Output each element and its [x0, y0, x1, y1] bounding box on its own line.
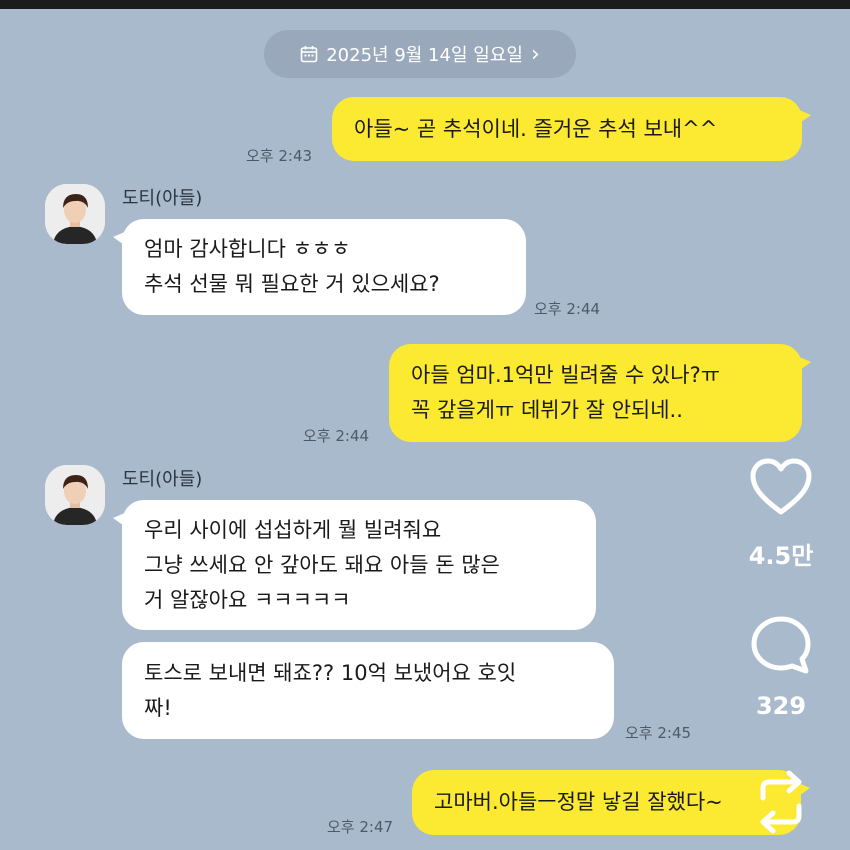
status-bar-strip	[0, 0, 850, 9]
avatar[interactable]	[45, 184, 105, 244]
message-line: 토스로 보내면 돼죠?? 10억 보냈어요 호잇	[144, 660, 517, 685]
message-line: 추석 선물 뭐 필요한 거 있으세요?	[144, 272, 440, 296]
message-time: 오후 2:45	[625, 724, 692, 742]
message-line: 짜!	[144, 695, 172, 720]
message-time: 오후 2:43	[246, 147, 313, 165]
message-line: 꼭 갚을게ㅠ 데뷔가 잘 안되네..	[411, 398, 683, 422]
date-divider[interactable]: 2025년 9월 14일 일요일 ›	[264, 30, 576, 78]
message-text: 고마버.아들ㅡ정말 낳길 잘했다~	[434, 790, 723, 814]
chevron-right-icon: ›	[530, 41, 540, 67]
calendar-icon	[300, 45, 318, 63]
received-message-bubble[interactable]: 토스로 보내면 돼죠?? 10억 보냈어요 호잇 짜!	[122, 642, 614, 739]
message-text: 아들~ 곧 추석이네. 즐거운 추석 보내^^	[354, 116, 718, 141]
message-line: 그냥 쓰세요 안 갚아도 돼요 아들 돈 많은	[144, 552, 500, 577]
message-time: 오후 2:47	[327, 818, 394, 836]
like-action[interactable]: 4.5만	[738, 458, 824, 571]
avatar[interactable]	[45, 465, 105, 525]
message-line: 아들 엄마.1억만 빌려줄 수 있나?ㅠ	[411, 363, 721, 387]
comment-action[interactable]: 329	[738, 614, 824, 720]
my-message-bubble[interactable]: 아들 엄마.1억만 빌려줄 수 있나?ㅠ 꼭 갚을게ㅠ 데뷔가 잘 안되네..	[389, 344, 811, 442]
message-time: 오후 2:44	[534, 300, 601, 318]
heart-icon[interactable]	[749, 458, 813, 520]
sender-name: 도티(아들)	[122, 188, 203, 209]
received-message-bubble[interactable]: 엄마 감사합니다 ㅎㅎㅎ 추석 선물 뭐 필요한 거 있으세요?	[113, 219, 526, 315]
message-line: 우리 사이에 섭섭하게 뭘 빌려줘요	[144, 517, 442, 542]
message-line: 엄마 감사합니다 ㅎㅎㅎ	[144, 237, 351, 261]
date-label: 2025년 9월 14일 일요일	[326, 45, 523, 66]
comment-count: 329	[755, 692, 807, 720]
sender-name: 도티(아들)	[122, 469, 203, 490]
my-message-bubble[interactable]: 아들~ 곧 추석이네. 즐거운 추석 보내^^	[332, 97, 811, 161]
message-time: 오후 2:44	[303, 427, 370, 445]
comment-bubble-icon[interactable]	[748, 614, 814, 680]
message-line: 거 알잖아요 ㅋㅋㅋㅋㅋ	[144, 587, 351, 612]
my-message-bubble[interactable]: 고마버.아들ㅡ정말 낳길 잘했다~	[412, 770, 810, 835]
received-message-bubble[interactable]: 우리 사이에 섭섭하게 뭘 빌려줘요 그냥 쓰세요 안 갚아도 돼요 아들 돈 …	[113, 500, 596, 630]
repost-icon[interactable]	[753, 768, 809, 840]
share-action[interactable]	[751, 768, 811, 840]
like-count: 4.5만	[748, 542, 814, 570]
